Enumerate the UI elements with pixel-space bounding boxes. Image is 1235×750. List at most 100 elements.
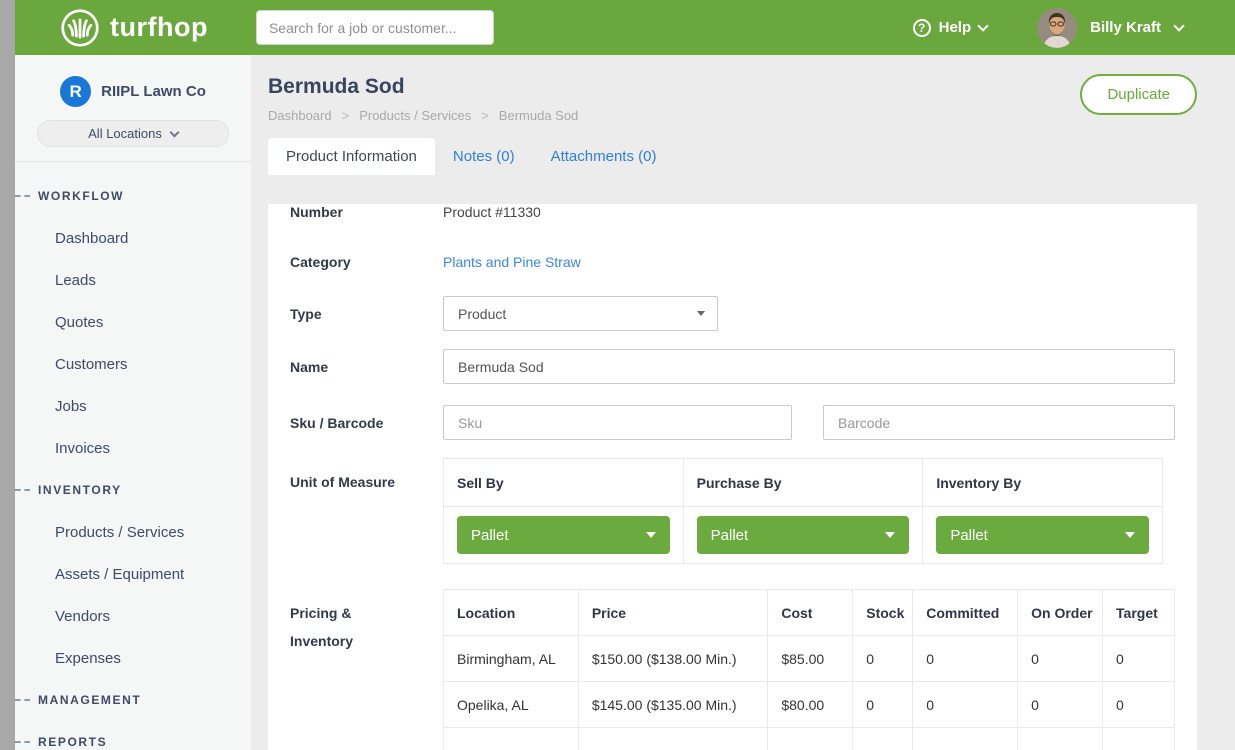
section-dash-icon (15, 741, 30, 743)
sidebar-item-products-services[interactable]: Products / Services (15, 511, 251, 553)
barcode-input[interactable] (823, 405, 1175, 440)
global-search-input[interactable] (256, 10, 494, 45)
help-icon (913, 19, 931, 37)
cost-cell (768, 728, 853, 750)
user-avatar[interactable] (1037, 8, 1077, 48)
category-link[interactable]: Plants and Pine Straw (443, 254, 581, 270)
unit-of-measure-label: Unit of Measure (290, 458, 443, 564)
sidebar-item-expenses[interactable]: Expenses (15, 637, 251, 679)
sidebar-item-assets-equipment[interactable]: Assets / Equipment (15, 553, 251, 595)
inventory-by-dropdown[interactable]: Pallet (936, 516, 1149, 554)
tab-notes[interactable]: Notes (0) (435, 138, 533, 175)
main-content: Bermuda Sod Dashboard Products / Service… (251, 55, 1235, 750)
col-stock: Stock (853, 590, 913, 636)
col-target: Target (1103, 590, 1175, 636)
app-header: turfhop Help Billy Kraft (15, 0, 1235, 55)
field-row-category: Category Plants and Pine Straw (290, 254, 1175, 270)
location-link[interactable]: Opelika, AL (444, 682, 579, 728)
tab-bar: Product Information Notes (0) Attachment… (268, 138, 1235, 175)
committed-cell (913, 728, 1018, 750)
type-select[interactable]: Product (443, 296, 718, 331)
sku-input[interactable] (443, 405, 792, 440)
product-information-panel: Number Product #11330 Category Plants an… (268, 204, 1197, 750)
section-workflow[interactable]: WORKFLOW (15, 175, 251, 217)
locations-dropdown[interactable]: All Locations (37, 120, 229, 147)
name-label: Name (290, 359, 443, 375)
number-label: Number (290, 204, 443, 220)
target-cell: 0 (1103, 636, 1175, 682)
section-dash-icon (15, 489, 30, 491)
sidebar-item-customers[interactable]: Customers (15, 343, 251, 385)
sell-by-dropdown[interactable]: Pallet (457, 516, 670, 554)
section-dash-icon (15, 699, 30, 701)
sidebar-item-jobs[interactable]: Jobs (15, 385, 251, 427)
stock-cell: 0 (853, 682, 913, 728)
target-cell (1103, 728, 1175, 750)
name-input[interactable] (443, 349, 1175, 384)
inventory-by-value: Pallet (950, 527, 988, 544)
section-management[interactable]: MANAGEMENT (15, 679, 251, 721)
number-value: Product #11330 (443, 204, 541, 220)
type-label: Type (290, 306, 443, 322)
left-edge-strip (0, 0, 15, 750)
field-row-pricing-inventory: Pricing & Inventory Location Price Cost … (290, 589, 1175, 750)
cost-cell: $80.00 (768, 682, 853, 728)
col-on-order: On Order (1018, 590, 1103, 636)
section-inventory[interactable]: INVENTORY (15, 469, 251, 511)
user-name[interactable]: Billy Kraft (1090, 19, 1161, 36)
sidebar-item-leads[interactable]: Leads (15, 259, 251, 301)
col-location: Location (444, 590, 579, 636)
caret-down-icon (646, 532, 656, 538)
pricing-inventory-table: Location Price Cost Stock Committed On O… (443, 589, 1175, 750)
section-label: MANAGEMENT (38, 693, 141, 707)
tab-product-information[interactable]: Product Information (268, 138, 435, 175)
committed-cell: 0 (913, 636, 1018, 682)
on-order-cell (1018, 728, 1103, 750)
sidebar-item-invoices[interactable]: Invoices (15, 427, 251, 469)
table-row: Opelika, AL $145.00 ($135.00 Min.) $80.0… (444, 682, 1175, 728)
company-name: RIIPL Lawn Co (101, 83, 206, 100)
pricing-label-line1: Pricing & (290, 599, 443, 627)
price-cell (578, 728, 768, 750)
app-logo[interactable]: turfhop (60, 8, 208, 48)
field-row-sku-barcode: Sku / Barcode (290, 405, 1175, 440)
category-label: Category (290, 254, 443, 270)
user-menu-chevron-icon[interactable] (1173, 20, 1184, 31)
col-price: Price (578, 590, 768, 636)
sidebar-item-vendors[interactable]: Vendors (15, 595, 251, 637)
sku-barcode-label: Sku / Barcode (290, 415, 443, 431)
breadcrumb-dashboard[interactable]: Dashboard (268, 108, 332, 123)
pricing-inventory-label: Pricing & Inventory (290, 589, 443, 750)
chevron-down-icon (977, 20, 988, 31)
purchase-by-dropdown[interactable]: Pallet (697, 516, 910, 554)
price-cell: $150.00 ($138.00 Min.) (578, 636, 768, 682)
help-menu[interactable]: Help (913, 19, 988, 37)
sidebar-divider (15, 161, 251, 162)
col-committed: Committed (913, 590, 1018, 636)
location-link[interactable]: Birmingham, AL (444, 636, 579, 682)
brand-wordmark: turfhop (110, 12, 208, 43)
field-row-name: Name (290, 349, 1175, 384)
caret-down-icon (697, 311, 705, 316)
pricing-header-row: Location Price Cost Stock Committed On O… (444, 590, 1175, 636)
company-switcher[interactable]: R RIIPL Lawn Co (15, 55, 251, 107)
help-label: Help (939, 19, 972, 36)
breadcrumb-current: Bermuda Sod (471, 108, 578, 123)
uom-header-inventory-by: Inventory By (923, 459, 1163, 507)
committed-cell: 0 (913, 682, 1018, 728)
tab-attachments[interactable]: Attachments (0) (533, 138, 675, 175)
section-reports[interactable]: REPORTS (15, 721, 251, 750)
cost-cell: $85.00 (768, 636, 853, 682)
pricing-label-line2: Inventory (290, 627, 443, 655)
sidebar-item-dashboard[interactable]: Dashboard (15, 217, 251, 259)
table-row (444, 728, 1175, 750)
stock-cell (853, 728, 913, 750)
location-link[interactable] (444, 728, 579, 750)
breadcrumb-products-services[interactable]: Products / Services (332, 108, 472, 123)
sidebar-item-quotes[interactable]: Quotes (15, 301, 251, 343)
field-row-unit-of-measure: Unit of Measure Sell By Purchase By Inve… (290, 458, 1175, 564)
stock-cell: 0 (853, 636, 913, 682)
duplicate-button[interactable]: Duplicate (1080, 74, 1197, 115)
section-label: WORKFLOW (38, 189, 124, 203)
price-cell: $145.00 ($135.00 Min.) (578, 682, 768, 728)
